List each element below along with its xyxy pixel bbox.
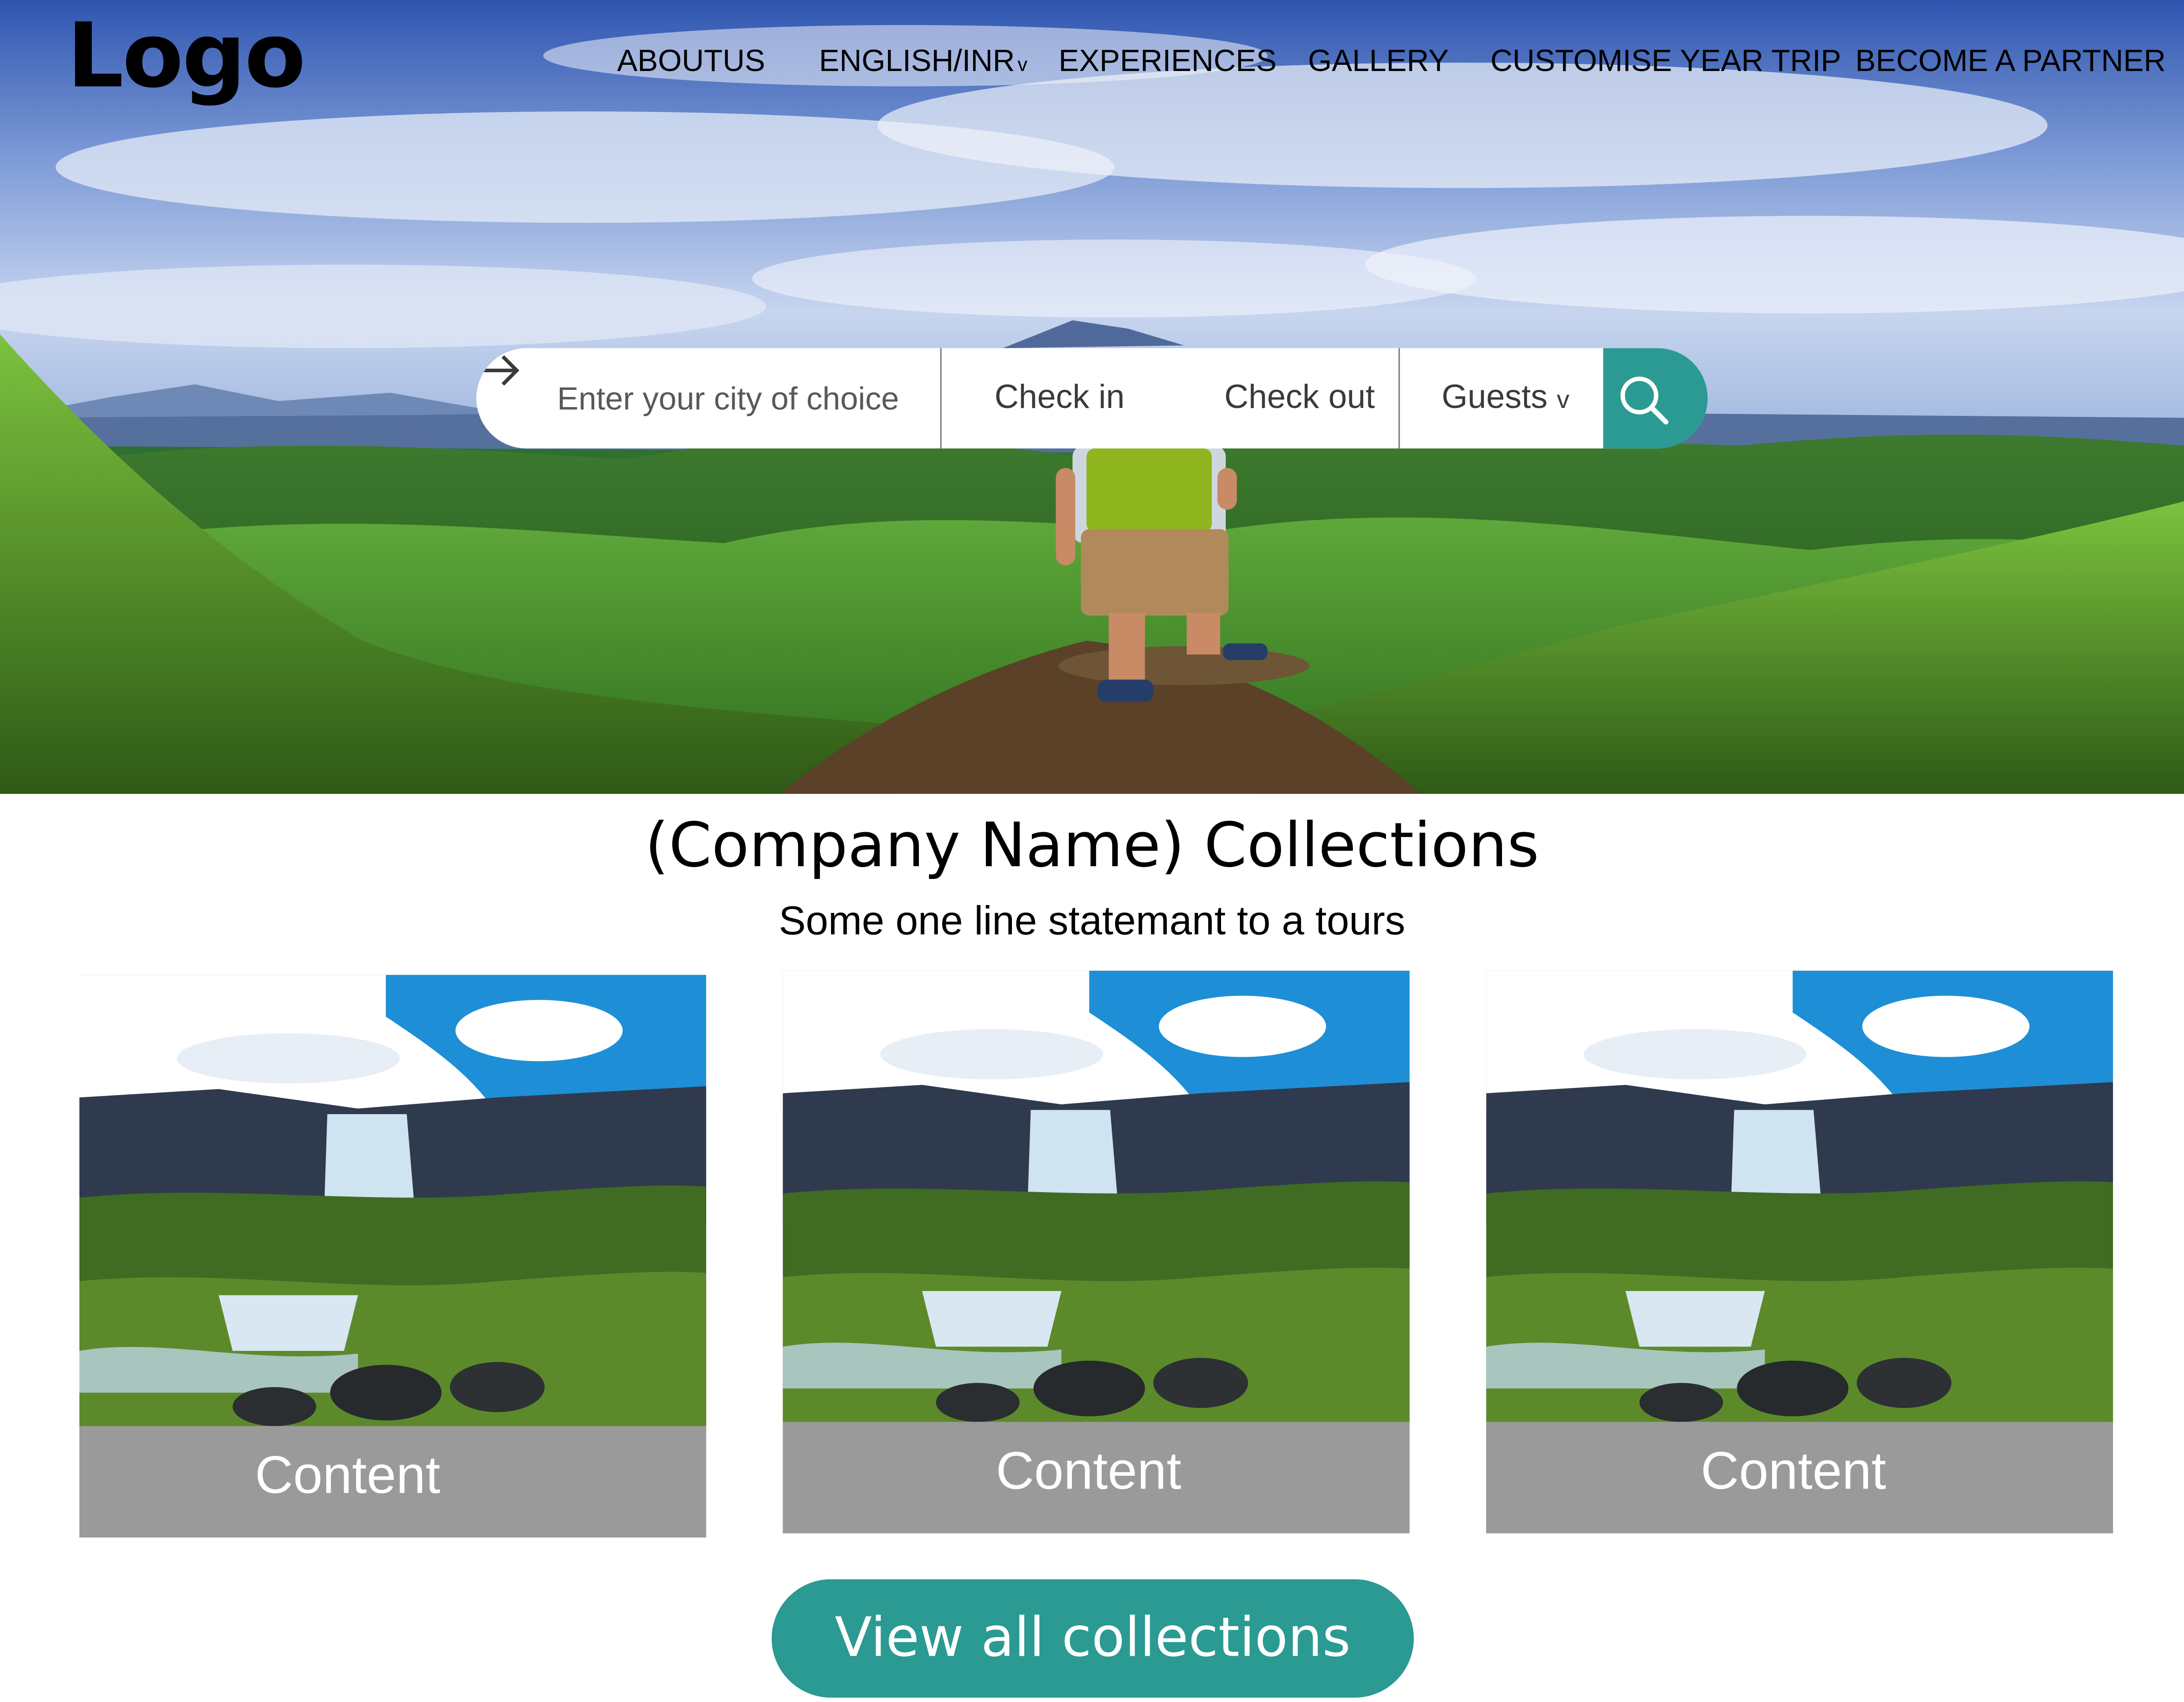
collection-card[interactable]: Content (783, 970, 1410, 1534)
collection-card[interactable]: Content (79, 975, 706, 1537)
check-in-field[interactable]: Check in (995, 376, 1125, 421)
nav-experiences[interactable]: EXPERIENCES (1059, 39, 1277, 83)
city-search-input[interactable] (557, 370, 940, 426)
nav-become-a-partner[interactable]: BECOME A PARTNER (1855, 39, 2166, 83)
card-label-text: Content (1701, 1443, 1886, 1501)
guests-label: Guests (1442, 378, 1548, 417)
nav-about-us[interactable]: ABOUTUS (617, 39, 765, 83)
collections-title: (Company Name) Collections (644, 810, 1540, 882)
card-image (783, 970, 1410, 1422)
card-label: Content (79, 1426, 706, 1537)
card-image (1486, 970, 2113, 1422)
chevron-down-icon: v (1557, 385, 1570, 414)
nav-about-us-label: ABOUTUS (617, 43, 765, 78)
search-button[interactable] (1603, 348, 1708, 449)
collection-card[interactable]: Content (1486, 970, 2113, 1534)
arrow-right-icon (480, 355, 520, 386)
card-image (79, 975, 706, 1426)
card-label-text: Content (255, 1447, 441, 1506)
page: Logo ABOUTUS ENGLISH/INR v EXPERIENCES GA… (0, 0, 2184, 1702)
hero-banner: Logo ABOUTUS ENGLISH/INR v EXPERIENCES GA… (0, 0, 2184, 794)
guests-dropdown[interactable]: Guests v (1442, 376, 1570, 422)
search-divider (940, 348, 942, 449)
nav-experiences-label: EXPERIENCES (1058, 43, 1277, 78)
nav-customise-year-trip[interactable]: CUSTOMISE YEAR TRIP (1491, 39, 1841, 83)
collections-subtitle: Some one line statemant to a tours (779, 899, 1405, 944)
nav-language-currency[interactable]: ENGLISH/INR v (819, 39, 1027, 86)
nav-customise-year-trip-label: CUSTOMISE YEAR TRIP (1490, 43, 1841, 78)
search-divider (1398, 348, 1400, 449)
search-bar: Check in Check out Guests v (476, 348, 1708, 449)
nav-become-a-partner-label: BECOME A PARTNER (1855, 43, 2166, 78)
card-label-text: Content (996, 1443, 1181, 1501)
chevron-down-icon: v (1017, 52, 1028, 75)
nav-gallery-label: GALLERY (1307, 43, 1449, 78)
search-icon (1620, 376, 1669, 425)
nav-gallery[interactable]: GALLERY (1308, 39, 1449, 83)
card-label: Content (783, 1421, 1410, 1534)
main-nav: ABOUTUS ENGLISH/INR v EXPERIENCES GALLERY… (0, 39, 2184, 83)
card-label: Content (1486, 1421, 2113, 1534)
nav-language-currency-label: ENGLISH/INR (819, 43, 1015, 78)
view-all-collections-button[interactable]: View all collections (772, 1579, 1414, 1698)
check-out-field[interactable]: Check out (1225, 376, 1375, 421)
